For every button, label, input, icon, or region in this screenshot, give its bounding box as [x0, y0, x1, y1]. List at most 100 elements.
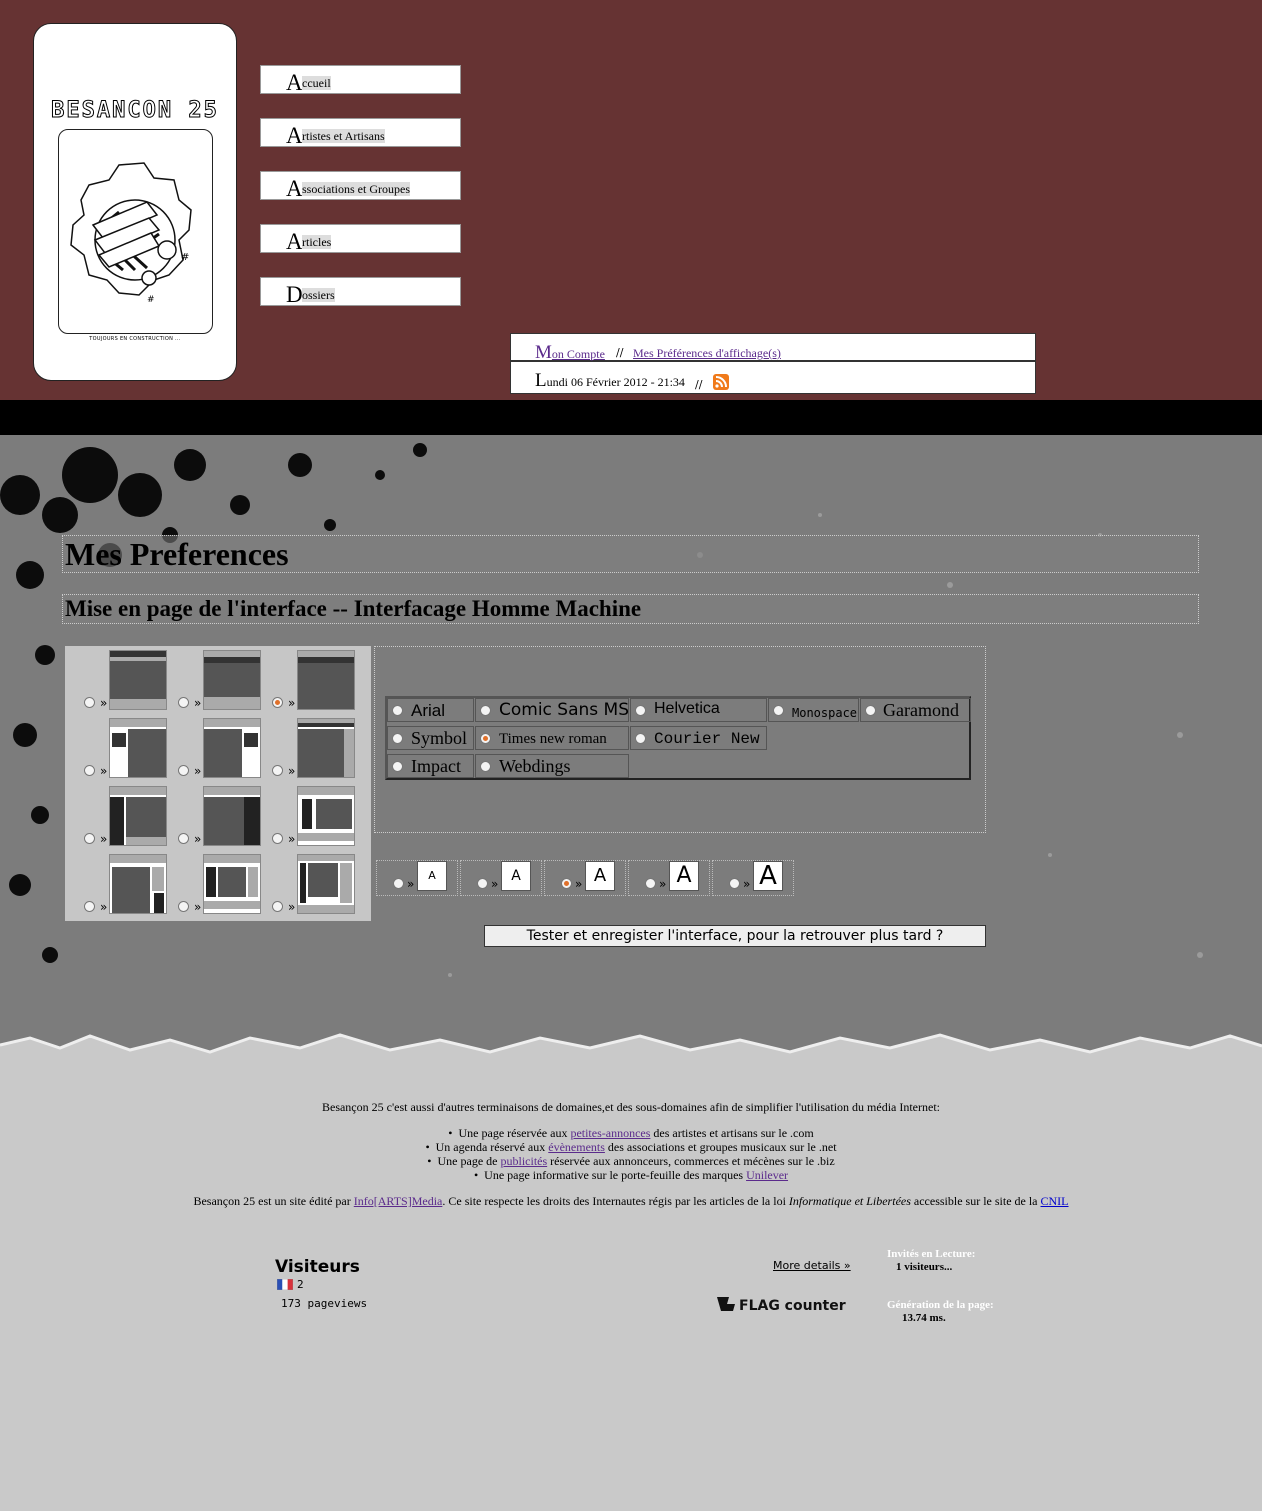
layout-radio[interactable] — [84, 697, 95, 708]
nav-associations-groupes[interactable]: A ssociations et Groupes — [260, 171, 461, 201]
publicites-link[interactable]: publicités — [500, 1154, 547, 1168]
size-radio[interactable] — [477, 878, 488, 889]
infoartsmedia-link[interactable]: Info[ARTS]Media — [354, 1194, 443, 1208]
layout-thumbnail-icon[interactable] — [297, 786, 355, 846]
size-option-3[interactable]: » A — [544, 860, 626, 896]
layout-radio-selected[interactable] — [272, 697, 283, 708]
nav-articles[interactable]: A rticles — [260, 224, 461, 254]
size-radio[interactable] — [645, 878, 656, 889]
size-option-1[interactable]: » A — [376, 860, 458, 896]
font-radio[interactable] — [480, 705, 491, 716]
layout-radio[interactable] — [272, 833, 283, 844]
raquo-marker: » — [100, 764, 108, 778]
unilever-link[interactable]: Unilever — [746, 1168, 788, 1182]
thumbnail-block — [112, 867, 150, 913]
nav-accueil[interactable]: A ccueil — [260, 65, 461, 95]
thumbnail-block — [204, 901, 260, 909]
nav-initial: D — [286, 282, 303, 307]
thumbnail-block — [308, 863, 338, 897]
font-option-webdings[interactable]: Webdings — [475, 754, 629, 778]
layout-radio[interactable] — [272, 765, 283, 776]
layout-option-2[interactable]: » — [159, 648, 261, 714]
layout-option-5[interactable]: » — [159, 716, 261, 782]
thumbnail-block — [298, 729, 344, 777]
nav-label: ccueil — [302, 76, 331, 90]
thumbnail-block — [204, 787, 260, 795]
save-interface-button[interactable]: Tester et enregister l'interface, pour l… — [484, 925, 986, 947]
font-radio[interactable] — [865, 705, 876, 716]
layout-option-9[interactable]: » — [253, 784, 355, 850]
nav-artistes-artisans[interactable]: A rtistes et Artisans — [260, 118, 461, 148]
layout-thumbnail-icon[interactable] — [297, 854, 355, 914]
layout-option-4[interactable]: » — [65, 716, 167, 782]
evenements-link[interactable]: évènements — [548, 1140, 605, 1154]
thumbnail-block — [110, 719, 166, 727]
size-option-5[interactable]: » A — [712, 860, 794, 896]
size-radio[interactable] — [393, 878, 404, 889]
thumbnail-block — [112, 733, 126, 747]
font-radio[interactable] — [635, 705, 646, 716]
font-option-times-new-roman[interactable]: Times new roman — [475, 726, 629, 750]
thumbnail-block — [110, 797, 124, 845]
font-radio[interactable] — [392, 733, 403, 744]
thumbnail-block — [298, 855, 354, 861]
layout-radio[interactable] — [178, 833, 189, 844]
cnil-link[interactable]: CNIL — [1041, 1194, 1069, 1208]
nav-initial: A — [286, 123, 303, 148]
rss-icon[interactable] — [713, 374, 729, 390]
font-option-symbol[interactable]: Symbol — [387, 726, 474, 750]
layout-radio[interactable] — [178, 901, 189, 912]
flag-counter-logo[interactable]: FLAG counter — [715, 1294, 846, 1314]
layout-thumbnail-icon[interactable] — [297, 718, 355, 778]
font-radio[interactable] — [773, 705, 784, 716]
preferences-link[interactable]: Mes Préférences d'affichage(s) — [633, 346, 781, 361]
pageviews-count: 173 pageviews — [281, 1297, 368, 1310]
account-bar: Mon Compte // Mes Préférences d'affichag… — [510, 333, 1036, 363]
font-option-arial[interactable]: Arial — [387, 698, 474, 722]
nav-label: rticles — [302, 235, 332, 249]
layout-radio[interactable] — [178, 765, 189, 776]
layout-radio[interactable] — [272, 901, 283, 912]
date-display: Lundi 06 Février 2012 - 21:34 — [535, 370, 685, 391]
font-option-comic-sans-ms[interactable]: Comic Sans MS — [475, 698, 629, 722]
layout-option-11[interactable]: » — [159, 852, 261, 918]
layout-radio[interactable] — [84, 765, 95, 776]
layout-option-12[interactable]: » — [253, 852, 355, 918]
font-option-courier-new[interactable]: Courier New — [630, 726, 767, 750]
size-radio[interactable] — [729, 878, 740, 889]
font-option-impact[interactable]: Impact — [387, 754, 474, 778]
thumbnail-block — [110, 855, 166, 863]
font-option-helvetica[interactable]: Helvetica — [630, 698, 767, 722]
layout-option-10[interactable]: » — [65, 852, 167, 918]
font-option-monospace[interactable]: Monospace — [768, 698, 859, 722]
nav-initial: A — [286, 176, 303, 201]
font-option-garamond[interactable]: Garamond — [860, 698, 971, 722]
layout-option-3[interactable]: » — [253, 648, 355, 714]
layout-option-8[interactable]: » — [159, 784, 261, 850]
font-radio[interactable] — [392, 705, 403, 716]
font-radio-selected[interactable] — [480, 733, 491, 744]
raquo-marker: » — [100, 900, 108, 914]
layout-radio[interactable] — [178, 697, 189, 708]
site-logo[interactable]: BESANCON 25 # # TOUJOURS EN CONSTRUCTION… — [33, 23, 237, 381]
font-radio[interactable] — [480, 761, 491, 772]
size-radio-selected[interactable] — [561, 878, 572, 889]
layout-option-6[interactable]: » — [253, 716, 355, 782]
layout-option-7[interactable]: » — [65, 784, 167, 850]
thumbnail-block — [110, 661, 166, 699]
petites-annonces-link[interactable]: petites-annonces — [570, 1126, 650, 1140]
font-radio[interactable] — [392, 761, 403, 772]
thumbnail-block — [204, 729, 242, 777]
layout-option-1[interactable]: » — [65, 648, 167, 714]
size-option-4[interactable]: » A — [628, 860, 710, 896]
layout-radio[interactable] — [84, 901, 95, 912]
page-subtitle-box: Mise en page de l'interface -- Interfaca… — [62, 594, 1199, 624]
nav-dossiers[interactable]: D ossiers — [260, 277, 461, 307]
raquo-marker: » — [288, 832, 296, 846]
layout-radio[interactable] — [84, 833, 95, 844]
font-radio[interactable] — [635, 733, 646, 744]
font-table: Arial Comic Sans MS Helvetica Monospace … — [385, 696, 971, 780]
more-details-link[interactable]: More details » — [773, 1259, 851, 1272]
size-option-2[interactable]: » A — [460, 860, 542, 896]
layout-thumbnail-icon[interactable] — [297, 650, 355, 710]
